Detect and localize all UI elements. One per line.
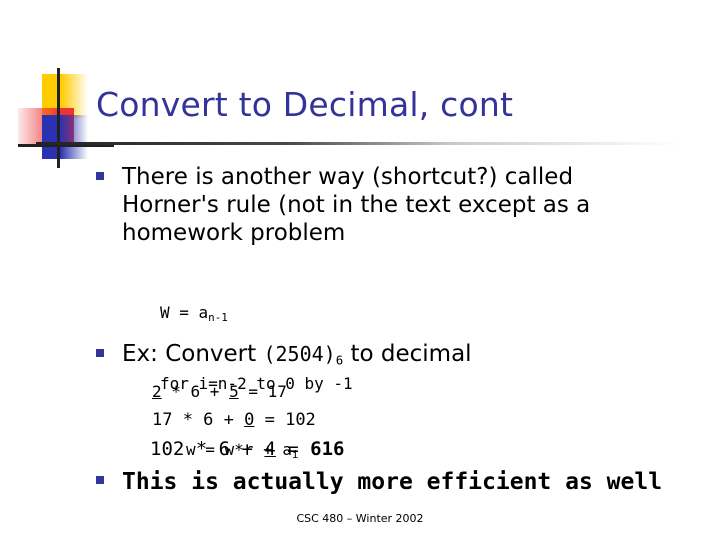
bullet-square-icon <box>96 172 104 180</box>
bullet-square-icon <box>96 349 104 357</box>
code-line-1-text: W = a <box>160 303 209 322</box>
code-line-1-subscript: n-1 <box>208 311 228 325</box>
calc-1-underlined-digit: 5 <box>229 382 239 401</box>
example-number-value: (2504) <box>263 342 336 366</box>
bullet-item-1: There is another way (shortcut?) called … <box>96 163 676 247</box>
bullet-item-2: Ex: Convert (2504)6 to decimal <box>96 340 676 374</box>
calculation-line-3: 102 * 6 + 4 = 616 <box>150 438 345 460</box>
bullet-square-icon <box>96 476 104 484</box>
calc-1-underlined-digit: 2 <box>152 382 162 401</box>
example-number: (2504)6 <box>263 342 343 367</box>
calc-3-result: 616 <box>310 438 345 460</box>
calc-2-underlined-digit: 0 <box>244 410 255 430</box>
title-divider <box>36 142 708 145</box>
bullet-text-3: This is actually more efficient as well <box>122 469 663 495</box>
bullet-text-1: There is another way (shortcut?) called … <box>122 164 591 246</box>
example-prefix: Ex: Convert <box>122 341 264 367</box>
vertical-rule-icon <box>57 68 60 168</box>
calculation-line-2: 17 * 6 + 0 = 102 <box>152 410 316 430</box>
blue-square-icon <box>42 115 88 159</box>
bullet-text-2: Ex: Convert (2504)6 to decimal <box>122 340 472 374</box>
page-title: Convert to Decimal, cont <box>96 85 514 124</box>
example-suffix: to decimal <box>343 341 472 367</box>
calc-3-underlined-digit: 4 <box>264 438 276 460</box>
slide: Convert to Decimal, cont There is anothe… <box>0 0 720 540</box>
bullet-item-3: This is actually more efficient as well <box>96 468 716 496</box>
code-line-1: W = an-1 <box>160 302 353 329</box>
calculation-line-1: 2 * 6 + 5 = 17 <box>152 382 287 401</box>
slide-footer: CSC 480 – Winter 2002 <box>296 512 424 525</box>
